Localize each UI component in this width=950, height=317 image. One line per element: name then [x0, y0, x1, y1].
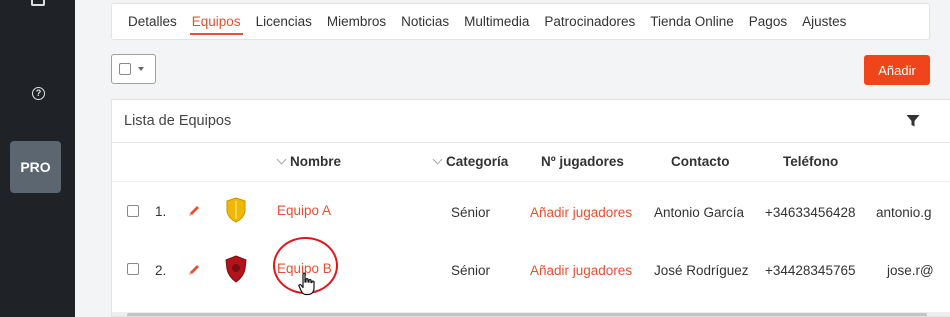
sidebar: ? PRO	[0, 0, 75, 317]
edit-pencil-icon[interactable]	[187, 204, 201, 218]
contact-email: antonio.g	[876, 205, 932, 220]
tab-tienda-online[interactable]: Tienda Online	[650, 14, 734, 29]
tab-multimedia[interactable]: Multimedia	[464, 14, 529, 29]
tab-detalles[interactable]: Detalles	[128, 14, 177, 29]
select-all-checkbox[interactable]	[119, 63, 131, 75]
team-name-link[interactable]: Equipo A	[277, 203, 331, 218]
scrollbar-thumb[interactable]	[127, 313, 927, 316]
chevron-down-icon	[138, 67, 144, 71]
filter-icon[interactable]	[906, 114, 920, 128]
row-checkbox[interactable]	[127, 263, 139, 275]
panel-header: Lista de Equipos	[112, 100, 950, 143]
column-header-categoria[interactable]: Categoría	[432, 154, 508, 169]
contact-phone: +34633456428	[765, 205, 856, 220]
pro-badge[interactable]: PRO	[10, 141, 61, 193]
add-players-link[interactable]: Añadir jugadores	[530, 205, 632, 220]
tab-ajustes[interactable]: Ajustes	[802, 14, 846, 29]
sort-icon	[276, 154, 287, 165]
contact-email: jose.r@	[887, 263, 934, 278]
bulk-select-dropdown[interactable]	[111, 54, 156, 84]
row-index: 2.	[155, 263, 167, 278]
team-shield-icon	[226, 197, 246, 223]
edit-pencil-icon[interactable]	[187, 263, 201, 277]
tab-bar: Detalles Equipos Licencias Miembros Noti…	[111, 3, 930, 40]
contact-name: Antonio García	[654, 205, 745, 220]
tab-licencias[interactable]: Licencias	[256, 14, 312, 29]
column-header-telefono[interactable]: Teléfono	[783, 154, 838, 169]
sort-icon	[432, 154, 443, 165]
horizontal-scrollbar[interactable]	[112, 312, 950, 316]
tab-patrocinadores[interactable]: Patrocinadores	[544, 14, 635, 29]
team-shield-icon	[225, 255, 247, 283]
team-category: Sénior	[451, 263, 491, 278]
contact-name: José Rodríguez	[654, 263, 749, 278]
tab-pagos[interactable]: Pagos	[749, 14, 787, 29]
teams-panel: Lista de Equipos Nombre Categoría Nº jug…	[111, 99, 950, 317]
help-icon[interactable]: ?	[32, 87, 45, 100]
dashboard-icon[interactable]	[31, 0, 45, 6]
add-players-link[interactable]: Añadir jugadores	[530, 263, 632, 278]
tab-equipos[interactable]: Equipos	[189, 14, 243, 35]
column-header-jugadores[interactable]: Nº jugadores	[541, 154, 624, 169]
pro-label: PRO	[20, 159, 51, 175]
add-team-button[interactable]: Añadir	[864, 55, 930, 85]
divider	[112, 181, 950, 182]
row-index: 1.	[155, 204, 167, 219]
tab-noticias[interactable]: Noticias	[401, 14, 449, 29]
hand-cursor-icon	[298, 272, 315, 296]
column-header-nombre[interactable]: Nombre	[276, 154, 341, 169]
panel-title: Lista de Equipos	[124, 113, 232, 129]
row-checkbox[interactable]	[127, 205, 139, 217]
column-header-contacto[interactable]: Contacto	[671, 154, 730, 169]
contact-phone: +34428345765	[765, 263, 856, 278]
tab-miembros[interactable]: Miembros	[327, 14, 386, 29]
team-category: Sénior	[451, 205, 491, 220]
